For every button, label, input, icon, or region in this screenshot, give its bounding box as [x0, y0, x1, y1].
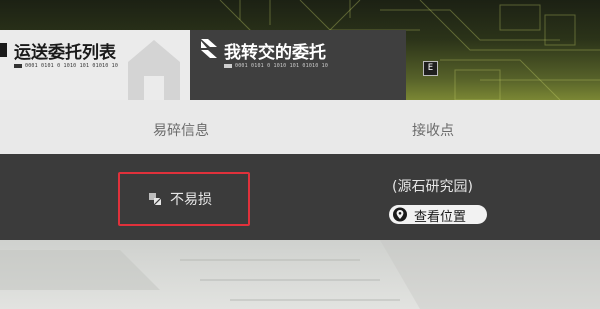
- house-icon: [128, 40, 180, 100]
- tab-label: 运送委托列表: [14, 43, 116, 63]
- view-location-button[interactable]: 查看位置: [389, 205, 487, 225]
- fragile-value: 不易损: [170, 192, 212, 208]
- bottom-pattern: [0, 240, 600, 309]
- tab-code: 0001 0101 0 1010 101 01010 10: [224, 63, 328, 69]
- tab-code: 0001 0101 0 1010 101 01010 10: [14, 63, 118, 69]
- tab-delivery-list[interactable]: 运送委托列表 0001 0101 0 1010 101 01010 10: [0, 30, 190, 100]
- tab-my-transfers[interactable]: 我转交的委托 0001 0101 0 1010 101 01010 10: [190, 30, 406, 100]
- tab-label: 我转交的委托: [224, 43, 326, 63]
- receiver-name: (源石研究园): [392, 179, 473, 195]
- column-header-receiver: 接收点: [412, 123, 454, 139]
- table-row: 不易损 (源石研究园) 查看位置: [0, 154, 600, 240]
- view-location-label: 查看位置: [414, 210, 467, 225]
- location-pin-icon: [393, 207, 407, 222]
- arrow-icon: [201, 39, 217, 58]
- key-hint-e[interactable]: E: [423, 61, 438, 76]
- fragile-info-cell: 不易损: [118, 172, 250, 226]
- table-header: 易碎信息 接收点: [0, 100, 600, 154]
- bottom-background: [0, 240, 600, 309]
- column-header-fragile: 易碎信息: [153, 123, 209, 139]
- bookmark-icon: [0, 43, 7, 57]
- fragile-icon: [149, 193, 161, 205]
